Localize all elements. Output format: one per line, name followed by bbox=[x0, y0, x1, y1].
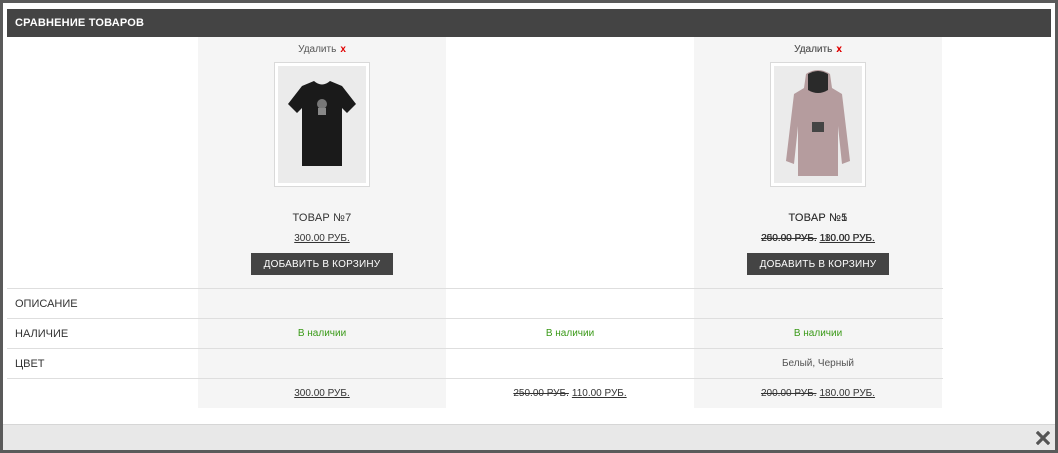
current-price: 110.00 РУБ. bbox=[819, 233, 875, 244]
description-cell bbox=[446, 289, 694, 318]
description-label: ОПИСАНИЕ bbox=[15, 297, 78, 310]
price-row: 300.00 РУБ. 250.00 РУБ. 110.00 РУБ. 200.0… bbox=[7, 378, 943, 408]
availability-row: НАЛИЧИЕ В наличии В наличии В наличии bbox=[7, 318, 943, 348]
remove-x-icon: x bbox=[340, 44, 346, 55]
description-row: ОПИСАНИЕ bbox=[7, 288, 943, 318]
availability-value: В наличии bbox=[198, 319, 446, 348]
color-value bbox=[446, 349, 694, 378]
product-row: Удалить x ТОВАР №7 300.00 РУБ. ДОБАВИТЬ … bbox=[7, 37, 943, 288]
product-name[interactable]: ТОВАР №7 bbox=[292, 212, 351, 224]
modal-footer bbox=[3, 424, 1055, 450]
current-price: 110.00 РУБ. bbox=[571, 388, 627, 399]
product-price: 250.00 РУБ. 110.00 РУБ. bbox=[513, 388, 626, 399]
price-cell: 300.00 РУБ. bbox=[198, 379, 446, 408]
remove-label: Удалить bbox=[298, 44, 337, 55]
add-to-cart-button[interactable]: ДОБАВИТЬ В КОРЗИНУ bbox=[251, 253, 393, 275]
add-to-cart-button[interactable]: ДОБАВИТЬ В КОРЗИНУ bbox=[747, 253, 889, 275]
current-price: 300.00 РУБ. bbox=[294, 388, 350, 399]
current-price: 300.00 РУБ. bbox=[294, 233, 350, 244]
price-label-cell bbox=[7, 379, 198, 408]
color-label: ЦВЕТ bbox=[15, 357, 45, 370]
color-value bbox=[198, 349, 446, 378]
description-cell bbox=[694, 289, 942, 318]
pink-hoodie-icon bbox=[786, 70, 850, 176]
availability-value: В наличии bbox=[694, 319, 942, 348]
old-price: 200.00 РУБ. bbox=[760, 388, 817, 399]
product-price: 200.00 РУБ. 180.00 РУБ. bbox=[761, 388, 875, 399]
product-column-1: Удалить x ТОВАР №7 300.00 РУБ. ДОБАВИТЬ … bbox=[198, 37, 446, 288]
color-row: ЦВЕТ Белый, Черный bbox=[7, 348, 943, 378]
product-image[interactable] bbox=[770, 62, 866, 187]
availability-label: НАЛИЧИЕ bbox=[15, 327, 69, 340]
product-image[interactable] bbox=[274, 62, 370, 187]
black-tshirt-icon bbox=[288, 81, 356, 166]
remove-product-button[interactable]: Удалить x bbox=[794, 44, 842, 55]
remove-x-icon: x bbox=[836, 44, 842, 55]
compare-table: Удалить x ТОВАР №7 300.00 РУБ. ДОБАВИТЬ … bbox=[7, 37, 943, 408]
gap-column bbox=[446, 37, 694, 288]
description-cell bbox=[198, 289, 446, 318]
remove-product-button[interactable]: Удалить x bbox=[298, 44, 346, 55]
compare-modal: СРАВНЕНИЕ ТОВАРОВ Удалить x ТОВАР №7 300… bbox=[3, 3, 1055, 450]
product-price: 300.00 РУБ. bbox=[294, 233, 350, 244]
close-icon bbox=[1036, 431, 1050, 445]
remove-label: Удалить bbox=[794, 44, 833, 55]
product-name[interactable]: ТОВАР №5 bbox=[788, 212, 847, 224]
current-price: 180.00 РУБ. bbox=[819, 388, 876, 399]
modal-title: СРАВНЕНИЕ ТОВАРОВ bbox=[7, 9, 1051, 37]
product-price: 300.00 РУБ. bbox=[294, 388, 350, 399]
price-cell: 250.00 РУБ. 110.00 РУБ. bbox=[446, 379, 694, 408]
product-column-2: Удалить x ТОВАР №5 250.00 РУБ. 110.00 РУБ. bbox=[694, 37, 942, 288]
empty-label-cell bbox=[7, 37, 198, 288]
price-cell: 200.00 РУБ. 180.00 РУБ. bbox=[694, 379, 942, 408]
old-price: 250.00 РУБ. bbox=[513, 388, 569, 399]
product-price: 250.00 РУБ. 110.00 РУБ. bbox=[761, 233, 874, 244]
old-price: 250.00 РУБ. bbox=[761, 233, 817, 244]
color-value: Белый, Черный bbox=[694, 349, 942, 378]
availability-value: В наличии bbox=[545, 328, 595, 339]
close-button[interactable] bbox=[1035, 430, 1051, 446]
